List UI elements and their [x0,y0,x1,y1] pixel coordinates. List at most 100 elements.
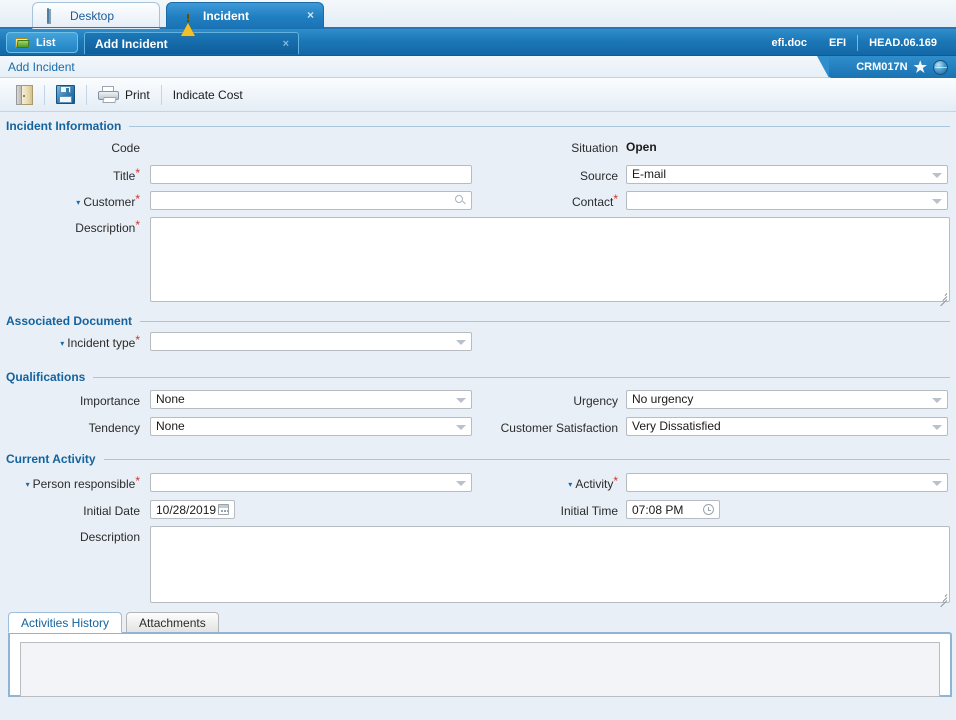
tendency-label: Tendency [88,421,140,435]
tab-activities-history-label: Activities History [21,615,110,630]
toolbar-separator [44,84,45,105]
breadcrumb[interactable]: Add Incident [0,60,75,74]
importance-value: None [156,392,185,406]
tab-incident-close-icon[interactable]: × [307,9,314,21]
customer-input[interactable] [150,191,472,210]
section-current-activity: Current Activity [6,452,950,466]
tab-desktop[interactable]: Desktop [32,2,160,29]
person-responsible-label: ▾ Person responsible* [0,475,140,493]
toolbar-separator [86,84,87,105]
folder-icon [15,37,30,49]
initial-date-label: Initial Date [83,504,140,518]
initial-date-input[interactable]: 10/28/2019 [150,500,235,519]
title-input[interactable] [150,165,472,184]
printer-icon [98,85,119,104]
section-incident-information: Incident Information [6,119,950,133]
incident-form: Incident Information Code Title* ▾ Custom… [0,112,956,609]
incident-type-select[interactable] [150,332,472,351]
description-textarea[interactable] [150,217,950,302]
section-associated-document-title: Associated Document [6,314,133,328]
initial-time-label: Initial Time [560,504,618,518]
globe-icon[interactable] [933,59,948,75]
person-responsible-label-text: Person responsible [32,477,136,491]
required-marker: * [135,192,140,206]
breadcrumb-bar: Add Incident CRM017N ★ [0,56,956,78]
tab-desktop-label: Desktop [70,9,115,23]
title-label-text: Title [113,169,136,183]
list-button[interactable]: List [6,32,78,53]
save-button[interactable] [48,82,83,108]
screen-code-panel: CRM017N ★ [817,56,956,78]
tab-attachments[interactable]: Attachments [126,612,219,633]
customer-satisfaction-select[interactable]: Very Dissatisfied [626,417,948,436]
section-rule [140,320,950,322]
exit-button[interactable] [8,82,41,108]
command-bar-right: efi.doc EFI HEAD.06.169 [761,29,948,56]
clock-icon[interactable] [703,504,714,515]
section-rule [103,458,950,460]
title-label: Title* [0,166,140,184]
caret-down-icon[interactable]: ▾ [76,198,80,207]
contact-select[interactable] [626,191,948,210]
monitor-icon [47,8,63,24]
doc-name-label: efi.doc [771,36,807,49]
activity-description-textarea[interactable] [150,526,950,603]
screen-code-label: CRM017N [856,61,908,73]
activity-description-label: Description [79,530,140,544]
initial-time-input[interactable]: 07:08 PM [626,500,720,519]
tab-incident-label: Incident [203,9,250,23]
chevron-down-icon [932,173,942,178]
source-value: E-mail [632,167,667,181]
bottom-tab-panel [8,632,952,697]
tab-activities-history[interactable]: Activities History [8,612,123,633]
warning-triangle-icon [181,9,196,36]
required-marker: * [135,218,140,232]
search-icon[interactable] [455,195,466,206]
version-label: HEAD.06.169 [869,36,937,49]
indicate-cost-button[interactable]: Indicate Cost [165,82,251,108]
activity-label: ▾ Activity* [500,475,618,493]
person-responsible-select[interactable] [150,473,472,492]
urgency-label: Urgency [573,394,618,408]
initial-time-value: 07:08 PM [632,502,684,517]
print-button[interactable]: Print [90,82,158,108]
chevron-down-icon [932,199,942,204]
code-label: Code [111,141,140,155]
command-bar: List Add Incident × efi.doc EFI HEAD.06.… [0,29,956,56]
chevron-down-icon [932,425,942,430]
company-label: EFI [829,36,847,49]
source-select[interactable]: E-mail [626,165,948,184]
window-tab-strip: Desktop Incident × [0,0,956,36]
subtab-close-icon[interactable]: × [283,38,289,50]
calendar-icon[interactable] [218,504,229,515]
chevron-down-icon [456,425,466,430]
required-marker: * [135,166,140,180]
importance-select[interactable]: None [150,390,472,409]
section-incident-information-title: Incident Information [6,119,122,133]
favorite-star-icon[interactable]: ★ [914,60,927,75]
chevron-down-icon [456,398,466,403]
section-associated-document: Associated Document [6,314,950,328]
customer-label-text: Customer [83,195,136,209]
toolbar-separator [160,84,162,105]
tab-incident[interactable]: Incident × [166,2,324,36]
chevron-down-icon [456,340,466,345]
caret-down-icon[interactable]: ▾ [568,480,572,489]
tendency-select[interactable]: None [150,417,472,436]
chevron-down-icon [456,481,466,486]
activity-select[interactable] [626,473,948,492]
activities-history-grid[interactable] [20,642,940,697]
chevron-down-icon [932,481,942,486]
customer-satisfaction-label: Customer Satisfaction [500,421,618,435]
urgency-value: No urgency [632,392,694,406]
print-button-label: Print [125,87,150,102]
caret-down-icon[interactable]: ▾ [60,339,64,348]
importance-label: Importance [79,394,140,408]
customer-label: ▾ Customer* [0,192,140,211]
activity-label-text: Activity [575,477,614,491]
caret-down-icon[interactable]: ▾ [26,480,30,489]
customer-satisfaction-value: Very Dissatisfied [632,419,721,433]
urgency-select[interactable]: No urgency [626,390,948,409]
situation-value: Open [626,140,657,154]
contact-label-text: Contact [571,195,614,209]
